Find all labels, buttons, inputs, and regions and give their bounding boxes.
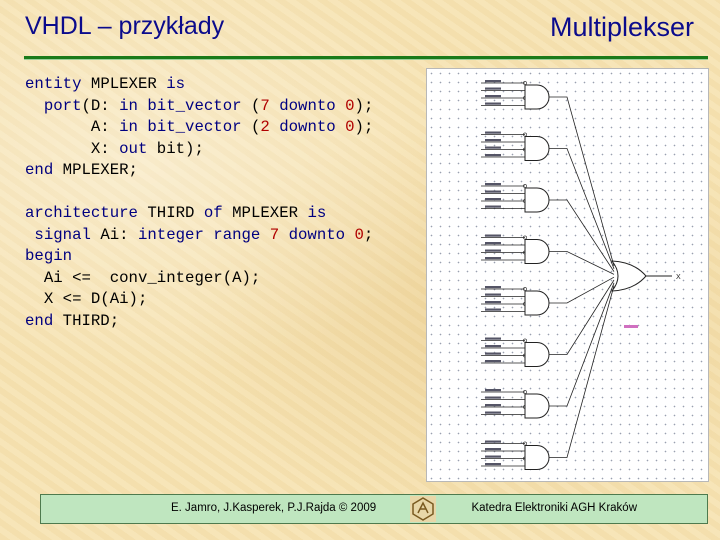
slide-title: VHDL – przykłady (25, 12, 225, 40)
pin-label (485, 455, 501, 458)
pin-label (485, 360, 501, 363)
code-line: begin (25, 247, 73, 266)
pin-label (485, 154, 501, 157)
pin-label (485, 102, 501, 105)
slide-subtitle: Multiplekser (549, 12, 694, 42)
pin-label (485, 139, 501, 142)
output-label: X (676, 274, 681, 281)
pin-label (485, 249, 501, 252)
pin-label (485, 389, 501, 392)
architecture-code-block: architecture THIRD of MPLEXER is signal … (25, 203, 373, 333)
and-gate (524, 187, 550, 213)
pin-label (485, 131, 501, 134)
and-gate (524, 393, 550, 419)
pin-label (485, 234, 501, 237)
code-line: signal Ai: integer range 7 downto 0; (25, 225, 374, 244)
and-gate (524, 290, 550, 316)
gate-wire (549, 148, 615, 269)
footer-authors: E. Jamro, J.Kasperek, P.J.Rajda © 2009 (171, 502, 377, 514)
pin-label (485, 286, 501, 289)
schematic-drawing: X (481, 80, 681, 470)
pin-label (485, 242, 501, 245)
pin-label (485, 80, 501, 83)
code-line: end MPLEXER; (25, 161, 138, 180)
entity-code-block: entity MPLEXER is port(D: in bit_vector … (25, 74, 373, 182)
pin-label (485, 190, 501, 193)
and-gate (524, 342, 550, 367)
gate-wire (549, 285, 615, 458)
pin-label (485, 198, 501, 201)
agh-logo-icon (410, 496, 436, 522)
title-divider-shadow (24, 59, 708, 60)
gate-wire (549, 96, 615, 267)
code-line: Ai <= conv_integer(A); (25, 268, 261, 287)
pin-label (485, 183, 501, 186)
pin-label (485, 146, 501, 149)
code-line: A: in bit_vector (2 downto 0); (25, 118, 374, 137)
pin-label (485, 463, 501, 466)
and-gate (524, 445, 550, 470)
gate-wire (549, 251, 615, 275)
multiplexer-schematic: X (426, 68, 709, 482)
pin-label (485, 440, 501, 443)
code-line: port(D: in bit_vector (7 downto 0); (25, 96, 374, 115)
or-gate (610, 260, 647, 292)
footer-institution: Katedra Elektroniki AGH Kraków (471, 502, 637, 514)
pin-label (485, 87, 501, 90)
pin-label (485, 345, 501, 348)
pin-label (485, 448, 501, 451)
pin-label (485, 95, 501, 98)
code-line: architecture THIRD of MPLEXER is (25, 204, 327, 222)
pin-label (485, 337, 501, 340)
pin-label (485, 411, 501, 414)
pin-label (485, 352, 501, 355)
pin-label (485, 293, 501, 296)
and-gate (524, 84, 550, 110)
footer-bar: E. Jamro, J.Kasperek, P.J.Rajda © 2009 K… (40, 494, 708, 524)
pin-label (485, 301, 501, 304)
gate-wire (549, 279, 615, 355)
code-line: X <= D(Ai); (25, 290, 148, 309)
pin-label (485, 396, 501, 399)
and-gate (524, 239, 550, 264)
gate-wire (549, 276, 615, 304)
annotation-mark (624, 325, 638, 328)
code-line: end THIRD; (25, 311, 120, 330)
gate-wire (549, 282, 615, 407)
pin-label (485, 404, 501, 407)
code-line: entity MPLEXER is (25, 75, 186, 93)
gate-wire (549, 199, 615, 272)
code-line: X: out bit); (25, 139, 204, 158)
pin-label (485, 257, 501, 260)
and-gate (524, 136, 550, 161)
pin-label (485, 205, 501, 208)
pin-label (485, 308, 501, 311)
